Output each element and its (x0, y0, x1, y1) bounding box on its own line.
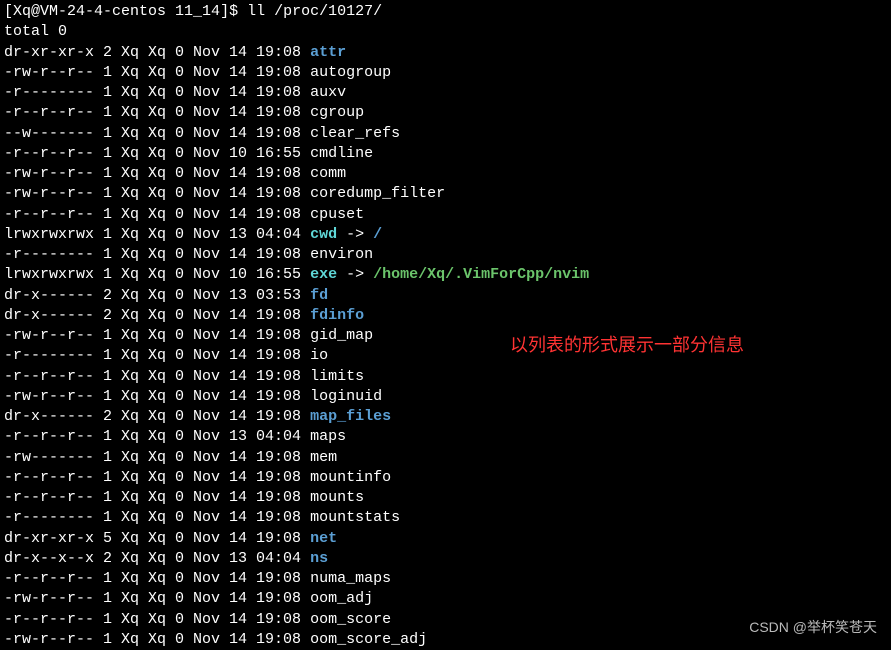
list-item: dr-x------ 2 Xq Xq 0 Nov 14 19:08 map_fi… (4, 407, 887, 427)
prompt-line[interactable]: [Xq@VM-24-4-centos 11_14]$ ll /proc/1012… (4, 2, 887, 22)
list-item: -rw-r--r-- 1 Xq Xq 0 Nov 14 19:08 oom_ad… (4, 589, 887, 609)
list-item: -rw-r--r-- 1 Xq Xq 0 Nov 14 19:08 loginu… (4, 387, 887, 407)
list-item: -rw------- 1 Xq Xq 0 Nov 14 19:08 mem (4, 448, 887, 468)
list-item: -r-------- 1 Xq Xq 0 Nov 14 19:08 auxv (4, 83, 887, 103)
list-item: -r--r--r-- 1 Xq Xq 0 Nov 13 04:04 maps (4, 427, 887, 447)
list-item: -rw-r--r-- 1 Xq Xq 0 Nov 14 19:08 autogr… (4, 63, 887, 83)
list-item: -rw-r--r-- 1 Xq Xq 0 Nov 14 19:08 coredu… (4, 184, 887, 204)
list-item: -r--r--r-- 1 Xq Xq 0 Nov 14 19:08 cpuset (4, 205, 887, 225)
list-item: -r--r--r-- 1 Xq Xq 0 Nov 14 19:08 cgroup (4, 103, 887, 123)
list-item: -r--r--r-- 1 Xq Xq 0 Nov 14 19:08 mounts (4, 488, 887, 508)
list-item: -r-------- 1 Xq Xq 0 Nov 14 19:08 enviro… (4, 245, 887, 265)
list-item: -r--r--r-- 1 Xq Xq 0 Nov 14 19:08 numa_m… (4, 569, 887, 589)
list-item: lrwxrwxrwx 1 Xq Xq 0 Nov 13 04:04 cwd ->… (4, 225, 887, 245)
total-line: total 0 (4, 22, 887, 42)
list-item: -r--r--r-- 1 Xq Xq 0 Nov 14 19:08 mounti… (4, 468, 887, 488)
list-item: -r-------- 1 Xq Xq 0 Nov 14 19:08 mounts… (4, 508, 887, 528)
list-item: -rw-r--r-- 1 Xq Xq 0 Nov 14 19:08 comm (4, 164, 887, 184)
list-item: -rw-r--r-- 1 Xq Xq 0 Nov 14 19:08 gid_ma… (4, 326, 887, 346)
list-item: dr-xr-xr-x 2 Xq Xq 0 Nov 14 19:08 attr (4, 43, 887, 63)
list-item: lrwxrwxrwx 1 Xq Xq 0 Nov 10 16:55 exe ->… (4, 265, 887, 285)
list-item: dr-x--x--x 2 Xq Xq 0 Nov 13 04:04 ns (4, 549, 887, 569)
file-listing: dr-xr-xr-x 2 Xq Xq 0 Nov 14 19:08 attr-r… (4, 43, 887, 650)
watermark-text: CSDN @举杯笑苍天 (749, 618, 877, 637)
list-item: -r--r--r-- 1 Xq Xq 0 Nov 10 16:55 cmdlin… (4, 144, 887, 164)
terminal-output: [Xq@VM-24-4-centos 11_14]$ ll /proc/1012… (4, 2, 887, 650)
list-item: dr-xr-xr-x 5 Xq Xq 0 Nov 14 19:08 net (4, 529, 887, 549)
list-item: --w------- 1 Xq Xq 0 Nov 14 19:08 clear_… (4, 124, 887, 144)
list-item: -r-------- 1 Xq Xq 0 Nov 14 19:08 io (4, 346, 887, 366)
annotation-text: 以列表的形式展示一部分信息 (510, 333, 744, 357)
list-item: dr-x------ 2 Xq Xq 0 Nov 14 19:08 fdinfo (4, 306, 887, 326)
list-item: -r--r--r-- 1 Xq Xq 0 Nov 14 19:08 limits (4, 367, 887, 387)
list-item: dr-x------ 2 Xq Xq 0 Nov 13 03:53 fd (4, 286, 887, 306)
